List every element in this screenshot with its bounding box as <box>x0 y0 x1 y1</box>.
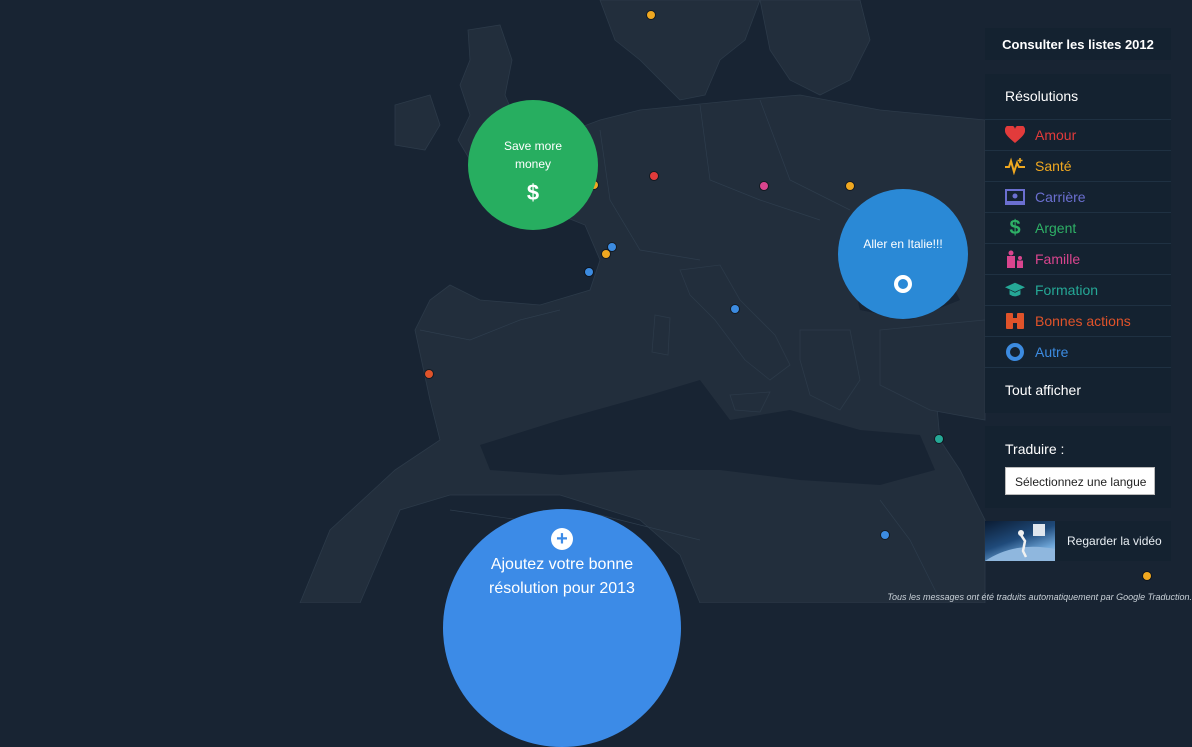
filter-item-autre[interactable]: Autre <box>985 337 1171 368</box>
career-board-icon <box>1005 187 1025 207</box>
bubble-text-line2: money <box>514 157 552 171</box>
filter-item-carriere[interactable]: Carrière <box>985 182 1171 213</box>
resolutions-filter-panel: Résolutions Amour Santé Carrière $ Argen… <box>985 74 1171 413</box>
filter-item-bonnes-actions[interactable]: Bonnes actions <box>985 306 1171 337</box>
filter-item-famille[interactable]: Famille <box>985 244 1171 275</box>
view-2012-lists-button[interactable]: Consulter les listes 2012 <box>985 28 1171 60</box>
map-marker[interactable] <box>425 370 433 378</box>
filter-item-argent[interactable]: $ Argent <box>985 213 1171 244</box>
map-marker[interactable] <box>602 250 610 258</box>
family-icon <box>1005 249 1025 269</box>
video-thumbnail <box>985 521 1055 561</box>
add-resolution-button[interactable]: + Ajoutez votre bonne résolution pour 20… <box>443 509 681 747</box>
map-marker[interactable] <box>760 182 768 190</box>
filter-label: Santé <box>1035 158 1072 174</box>
bubble-text: Aller en Italie!!! <box>863 237 943 251</box>
filter-label: Argent <box>1035 220 1077 236</box>
graduation-cap-icon <box>1005 280 1025 300</box>
health-pulse-icon <box>1005 156 1025 176</box>
dollar-icon: $ <box>1009 216 1021 239</box>
filter-label: Bonnes actions <box>1035 313 1131 329</box>
translate-panel: Traduire : Sélectionnez une langue <box>985 426 1171 508</box>
resolutions-title: Résolutions <box>985 74 1171 120</box>
filter-label: Amour <box>1035 127 1077 143</box>
bubble-text-line1: Save more <box>503 139 563 153</box>
plus-icon: + <box>551 528 573 550</box>
watch-video-button[interactable]: Regarder la vidéo <box>985 521 1171 561</box>
heart-icon <box>1005 125 1025 145</box>
map-marker[interactable] <box>585 268 593 276</box>
filter-label: Autre <box>1035 344 1069 360</box>
dollar-icon: $ <box>526 180 540 205</box>
filter-item-amour[interactable]: Amour <box>985 120 1171 151</box>
add-resolution-line2: résolution pour 2013 <box>489 580 635 597</box>
map-marker[interactable] <box>846 182 854 190</box>
map-marker[interactable] <box>935 435 943 443</box>
show-all-button[interactable]: Tout afficher <box>985 368 1171 413</box>
filter-label: Famille <box>1035 251 1081 267</box>
map-marker[interactable] <box>881 531 889 539</box>
map-marker[interactable] <box>650 172 658 180</box>
map-marker[interactable] <box>647 11 655 19</box>
binoculars-icon <box>1005 311 1025 331</box>
ring-icon <box>894 275 912 293</box>
resolution-bubble-italy[interactable]: Aller en Italie!!! <box>838 189 968 319</box>
language-select[interactable]: Sélectionnez une langue <box>1005 467 1155 495</box>
filter-label: Formation <box>1035 282 1099 298</box>
filter-item-sante[interactable]: Santé <box>985 151 1171 182</box>
ring-icon <box>1005 342 1025 362</box>
translate-label: Traduire : <box>1005 441 1065 457</box>
map-marker[interactable] <box>1143 572 1151 580</box>
resolution-bubble-money[interactable]: Save more money $ <box>468 100 598 230</box>
map-marker[interactable] <box>731 305 739 313</box>
add-resolution-line1: Ajoutez votre bonne <box>490 556 634 573</box>
video-label: Regarder la vidéo <box>1067 534 1162 548</box>
filter-item-formation[interactable]: Formation <box>985 275 1171 306</box>
map-marker[interactable] <box>608 243 616 251</box>
translation-disclaimer: Tous les messages ont été traduits autom… <box>887 592 1192 602</box>
filter-label: Carrière <box>1035 189 1086 205</box>
